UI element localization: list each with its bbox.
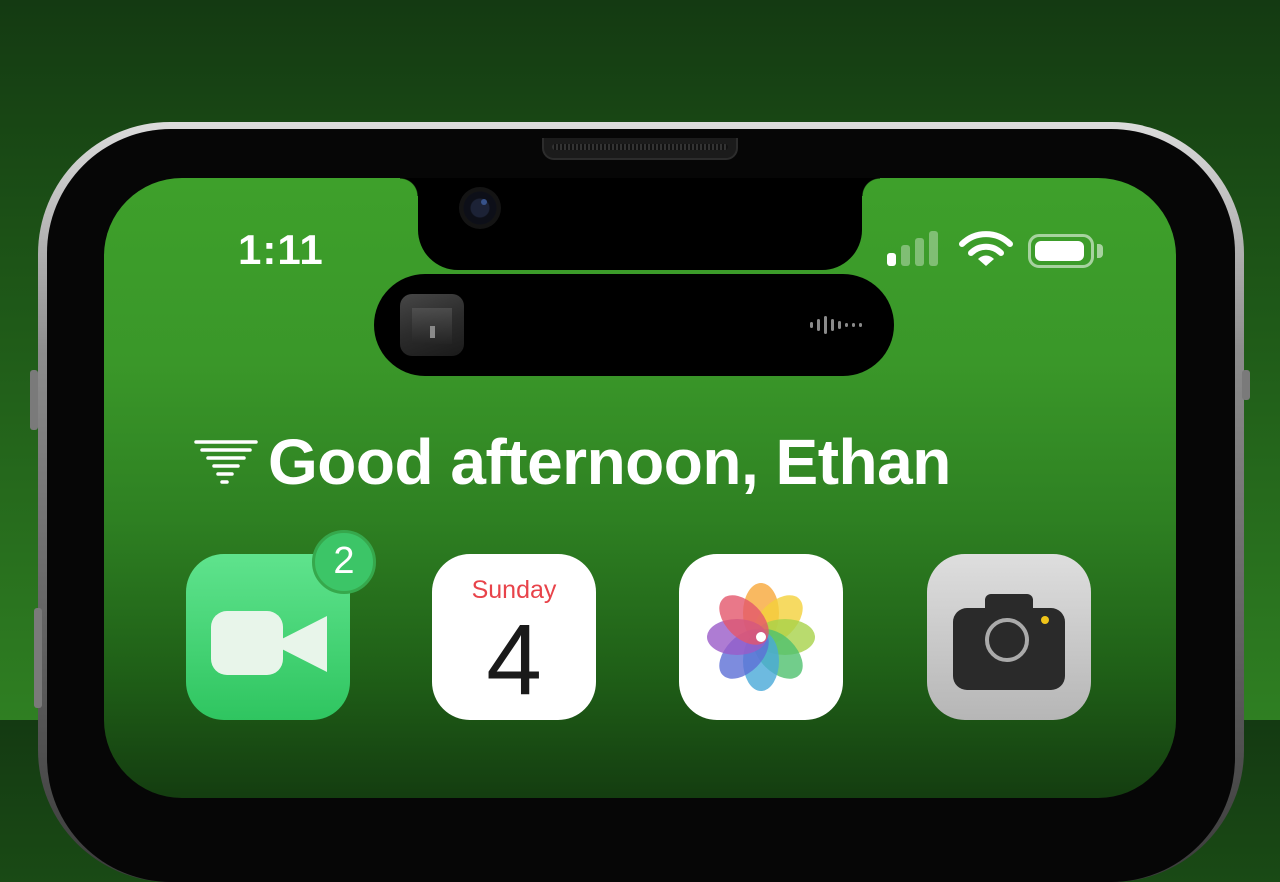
- volume-button: [34, 608, 42, 708]
- waveform-bar: [817, 319, 820, 331]
- signal-bar: [929, 231, 938, 266]
- album-artwork[interactable]: [400, 294, 464, 356]
- dynamic-island[interactable]: [374, 274, 894, 376]
- camera-flash: [1041, 616, 1049, 624]
- greeting: Good afternoon, Ethan: [194, 422, 951, 502]
- waveform-bar: [845, 323, 848, 327]
- camera-lens: [985, 618, 1029, 662]
- photos-app-icon[interactable]: [679, 554, 843, 720]
- waveform-bar: [824, 316, 827, 334]
- calendar-weekday: Sunday: [471, 576, 557, 604]
- photos-center: [756, 632, 766, 642]
- side-button-left: [30, 370, 38, 430]
- calendar-app-icon[interactable]: Sunday 4: [432, 554, 596, 720]
- earpiece-speaker: [542, 138, 738, 160]
- battery-tip: [1097, 244, 1103, 258]
- waveform-bar: [852, 323, 855, 327]
- notification-badge: 2: [312, 530, 376, 594]
- audio-waveform-icon: [810, 312, 870, 338]
- photos-flower-icon: [707, 583, 815, 691]
- signal-bar: [901, 245, 910, 266]
- calendar-date: 4: [486, 604, 542, 716]
- signal-bar: [915, 238, 924, 266]
- wifi-icon: [959, 231, 1013, 266]
- tornado-icon: [194, 440, 258, 484]
- waveform-bar: [810, 322, 813, 328]
- greeting-text: Good afternoon, Ethan: [268, 426, 951, 498]
- battery-level: [1035, 241, 1084, 261]
- video-camera-lens: [283, 616, 327, 672]
- battery-icon: [1028, 234, 1094, 268]
- status-time: 1:11: [238, 226, 324, 273]
- waveform-bar: [838, 321, 841, 329]
- side-button-right: [1242, 370, 1250, 400]
- waveform-bar: [831, 319, 834, 331]
- video-camera-body: [211, 611, 283, 675]
- signal-bar: [887, 253, 896, 266]
- camera-app-icon[interactable]: [927, 554, 1091, 720]
- front-camera: [459, 187, 501, 229]
- waveform-bar: [859, 323, 862, 327]
